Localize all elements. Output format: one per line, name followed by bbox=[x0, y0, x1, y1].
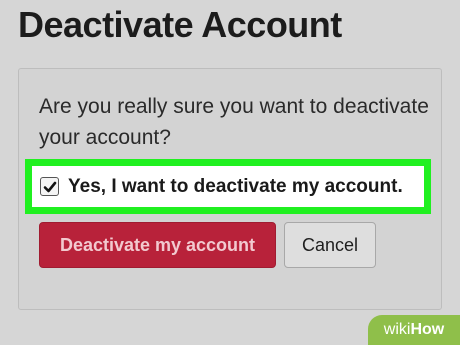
deactivate-card: Are you really sure you want to deactiva… bbox=[18, 68, 442, 310]
watermark-prefix: wiki bbox=[383, 321, 411, 338]
confirmation-question: Are you really sure you want to deactiva… bbox=[39, 95, 429, 149]
watermark-suffix: How bbox=[410, 321, 445, 338]
deactivate-button[interactable]: Deactivate my account bbox=[39, 222, 276, 268]
page-title: Deactivate Account bbox=[18, 4, 342, 45]
cancel-button[interactable]: Cancel bbox=[284, 222, 376, 268]
confirm-checkbox-row[interactable]: Yes, I want to deactivate my account. bbox=[25, 159, 431, 214]
checkmark-icon bbox=[43, 181, 56, 192]
confirm-checkbox[interactable] bbox=[40, 177, 59, 196]
wikihow-watermark: wiki How bbox=[368, 315, 460, 345]
confirm-checkbox-label: Yes, I want to deactivate my account. bbox=[68, 175, 403, 197]
